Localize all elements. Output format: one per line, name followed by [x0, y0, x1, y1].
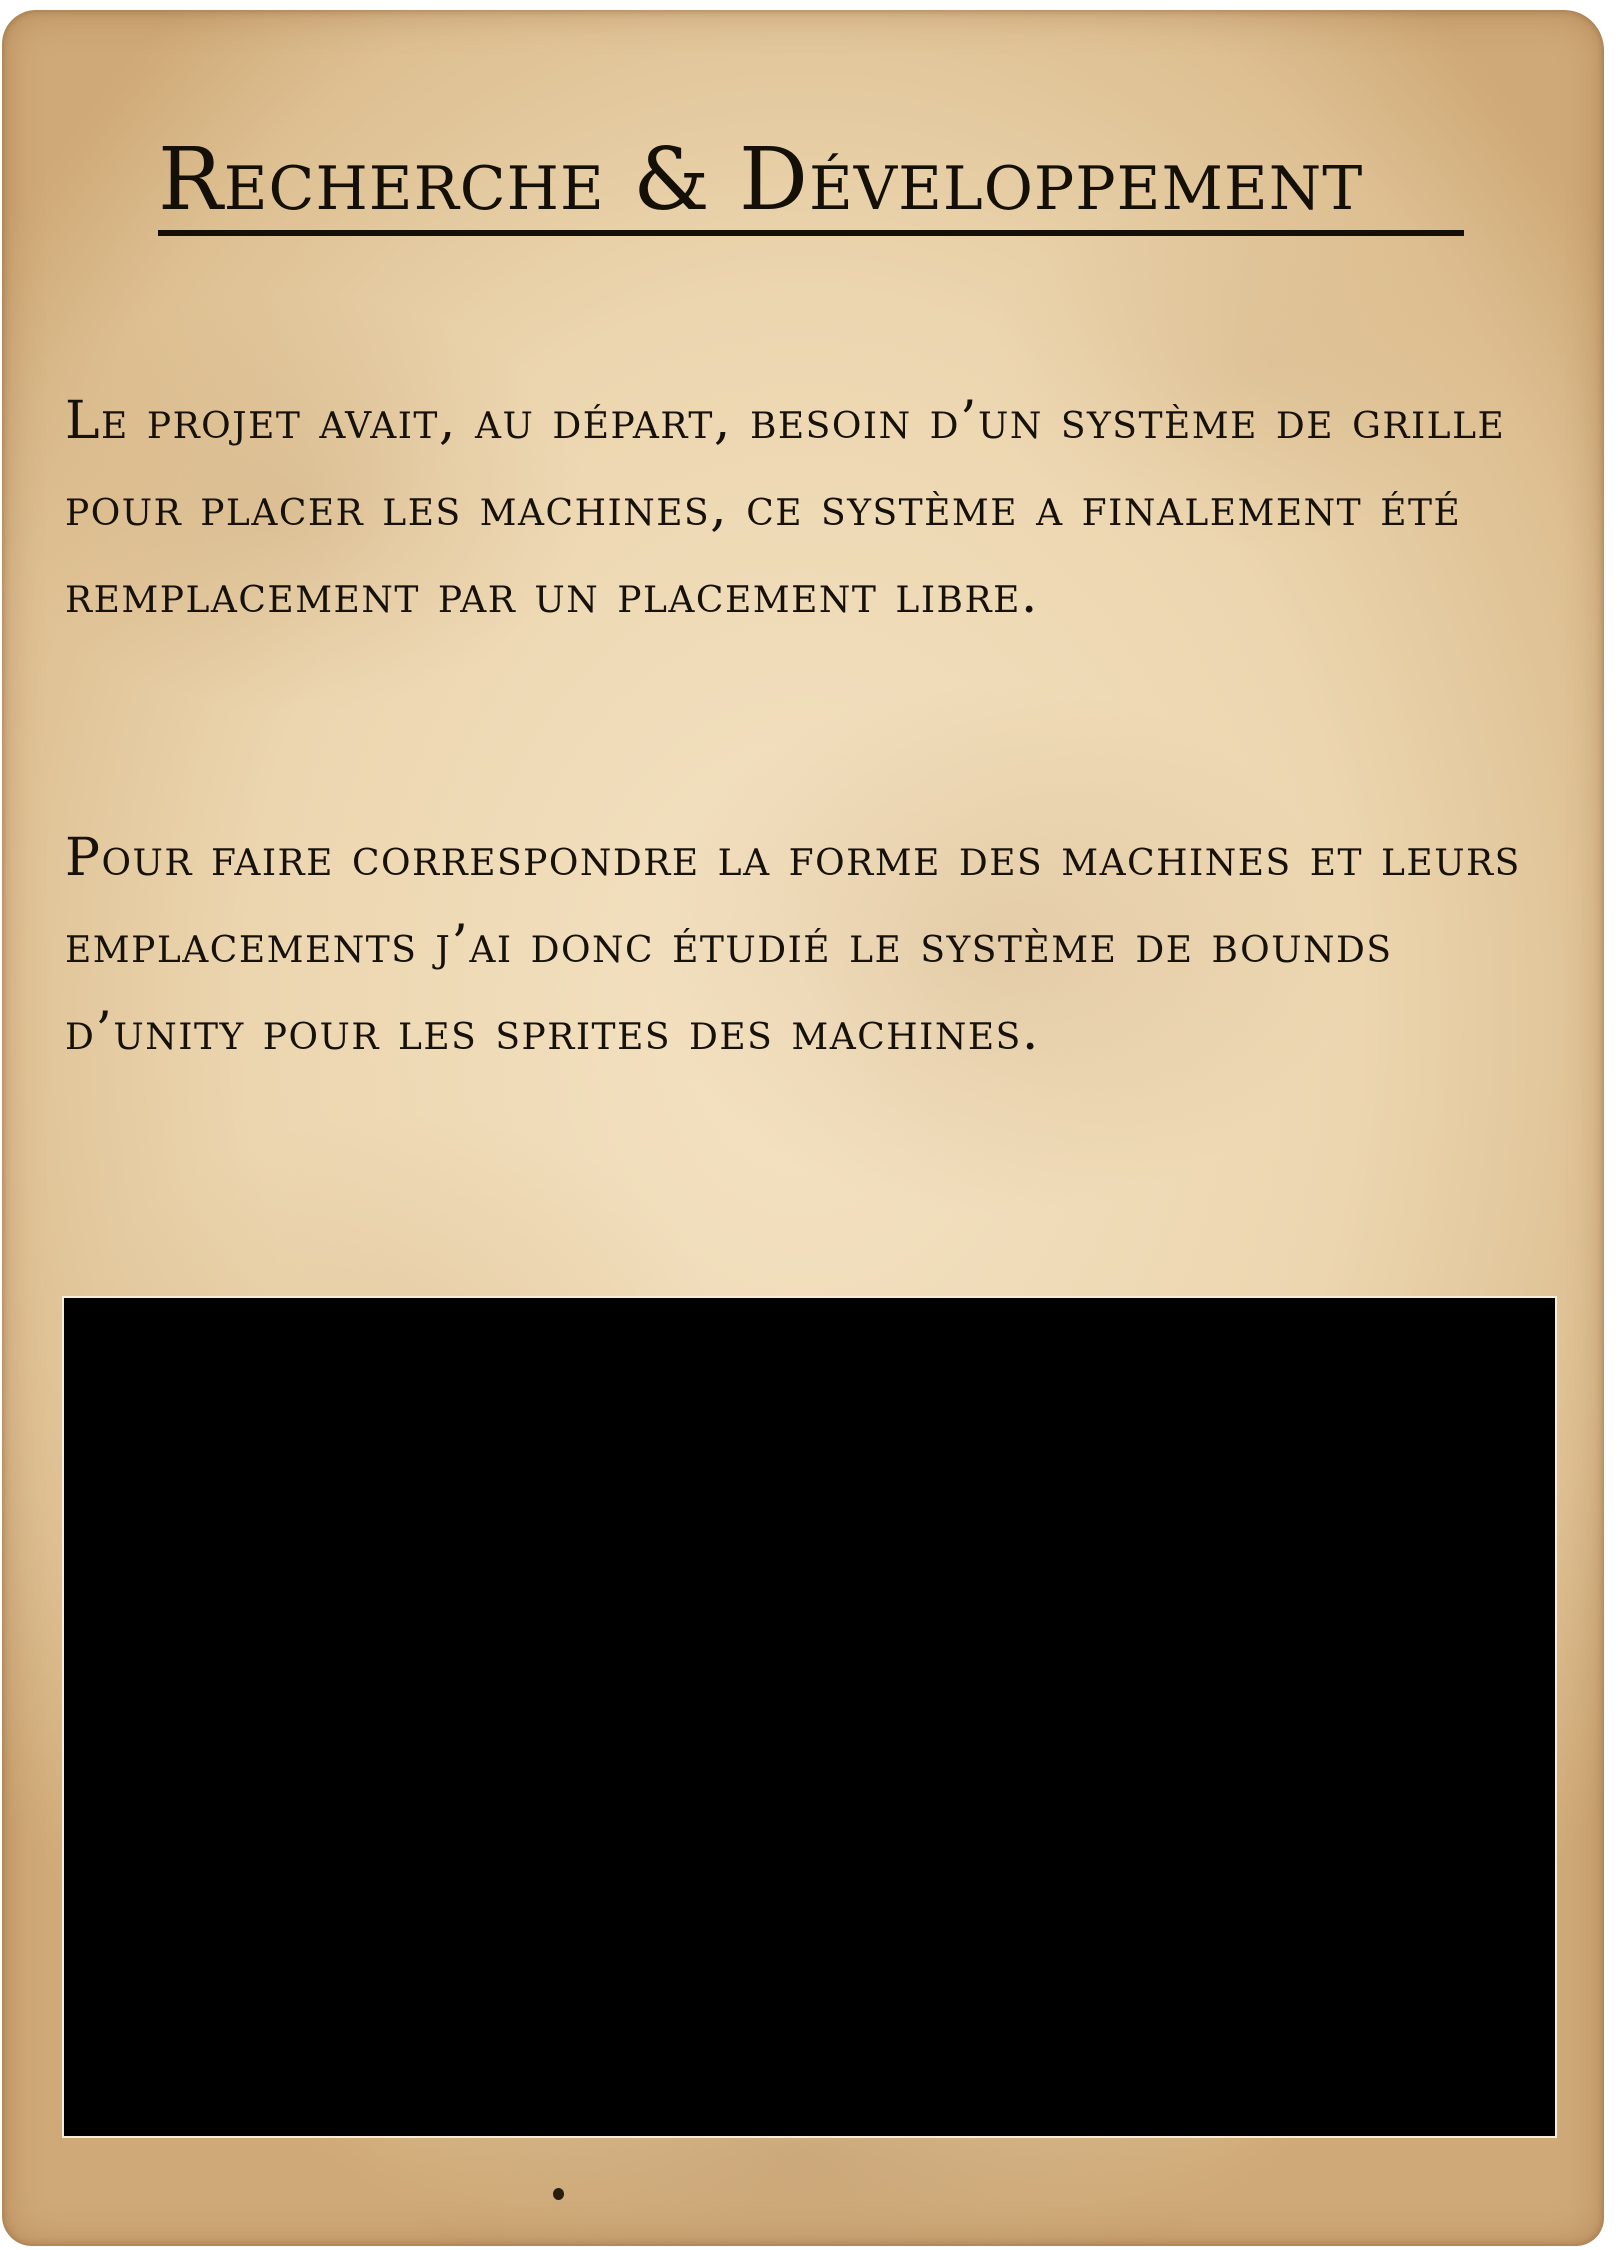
paragraph-bounds-system: Pour faire correspondre la forme des mac… [65, 828, 1521, 1062]
title-underline [158, 230, 1464, 236]
paragraph-grid-system: Le projet avait, au départ, besoin d’un … [65, 391, 1506, 625]
page: Recherche & Développement Le projet avai… [0, 0, 1618, 2250]
page-title: Recherche & Développement [158, 130, 1364, 230]
ink-spot [553, 2188, 564, 2200]
media-placeholder [62, 1296, 1557, 2138]
